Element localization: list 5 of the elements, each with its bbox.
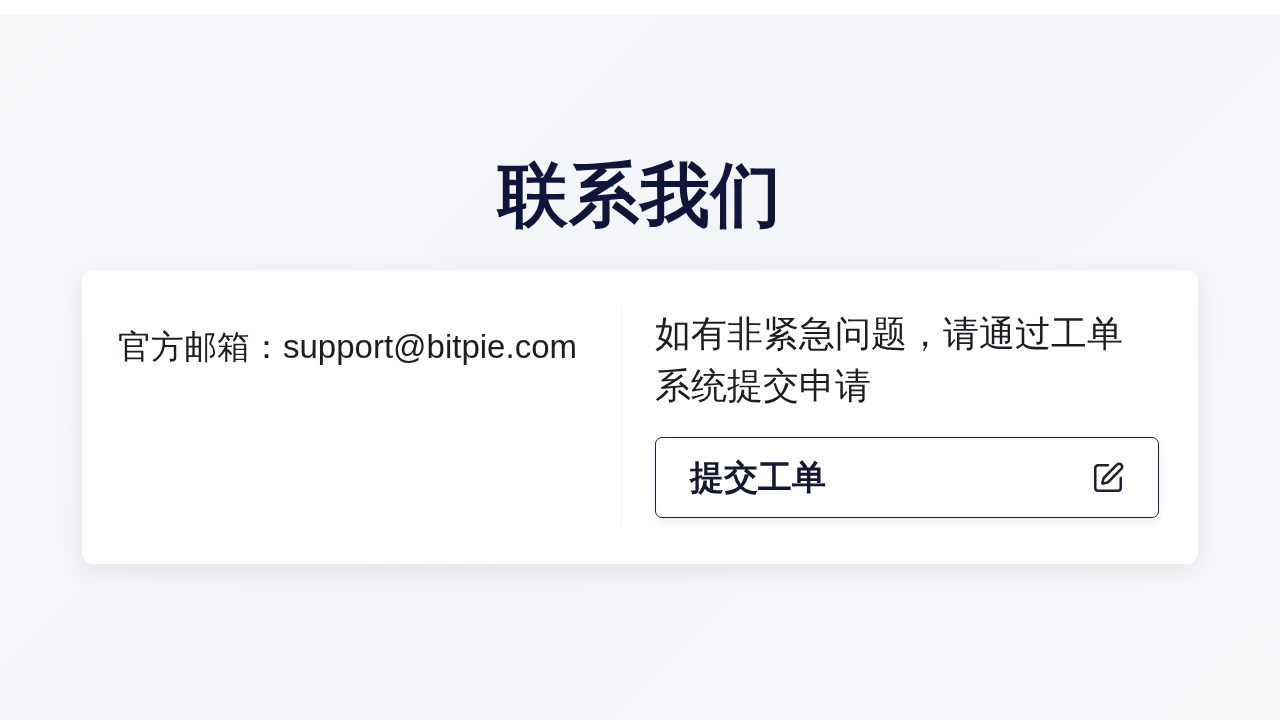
submit-ticket-button[interactable]: 提交工单	[655, 437, 1159, 518]
email-text: 官方邮箱：support@bitpie.com	[118, 327, 578, 367]
page-title: 联系我们	[498, 155, 782, 236]
edit-icon	[1091, 460, 1125, 495]
ticket-note: 如有非紧急问题，请通过工单系统提交申请	[655, 312, 1124, 408]
